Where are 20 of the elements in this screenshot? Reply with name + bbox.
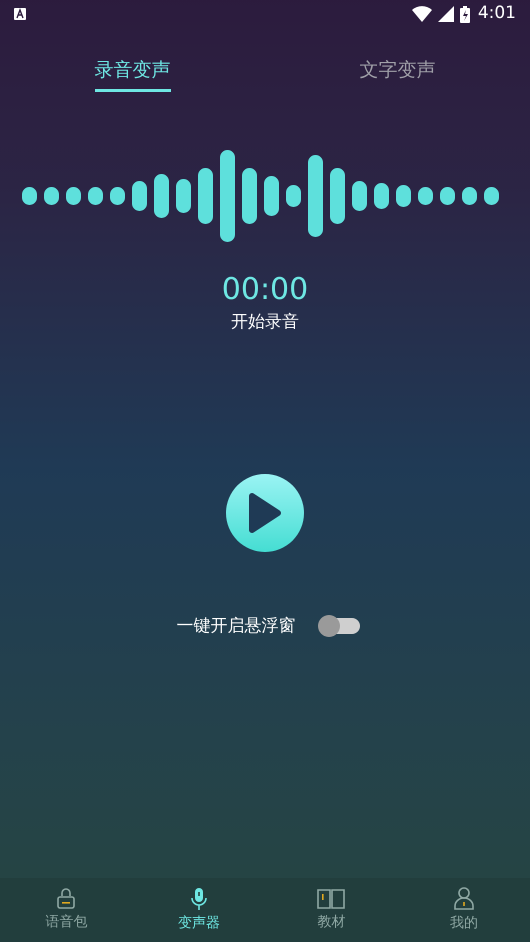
nav-item[interactable]: 教材 [265,878,398,942]
toggle-switch[interactable] [318,615,360,638]
nav-item[interactable]: 我的 [398,878,530,942]
tab[interactable]: 文字变声 [360,56,436,92]
person-icon [452,886,475,910]
nav-item[interactable]: 语音包 [0,878,132,942]
play-icon [248,492,282,534]
book-icon [317,888,346,910]
bag-icon [56,888,76,910]
nav-item[interactable]: 变声器 [132,878,265,942]
timer: 00:00 [222,272,308,308]
signal-icon [438,6,454,22]
wifi-icon [412,6,432,22]
microphone-icon [188,886,209,910]
float-window-label: 一键开启悬浮窗 [176,614,296,638]
tab[interactable]: 录音变声 [94,56,170,92]
notification-icon [14,8,26,20]
battery-icon [460,6,470,22]
record-label: 开始录音 [231,311,299,334]
status-time: 4:01 [478,2,516,26]
